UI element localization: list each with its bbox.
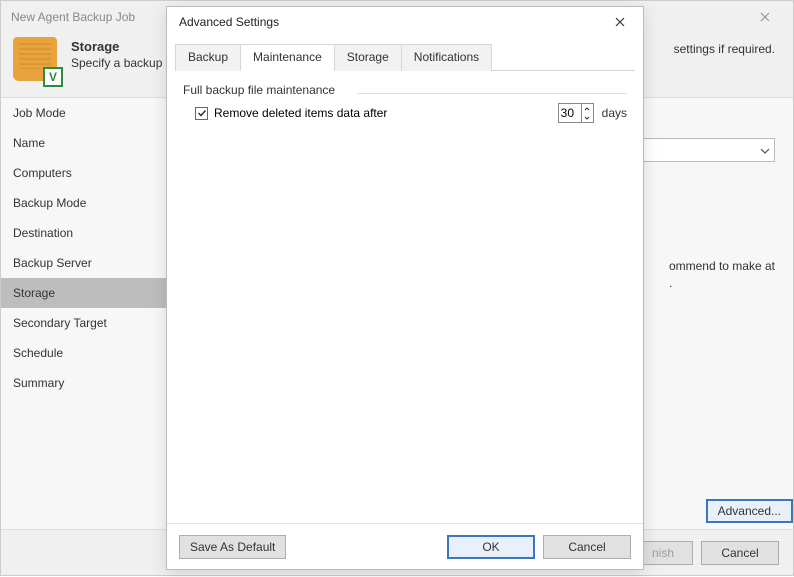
wizard-step-icon: V [13,37,61,85]
close-icon [760,12,770,22]
dialog-titlebar: Advanced Settings [167,7,643,37]
fieldset-divider [357,93,627,94]
advanced-button[interactable]: Advanced... [706,499,793,523]
sidebar-item-job-mode[interactable]: Job Mode [1,98,169,128]
sidebar-item-summary[interactable]: Summary [1,368,169,398]
remove-deleted-row: Remove deleted items data after days [183,103,627,123]
spinner-down-button[interactable] [582,113,593,122]
sidebar-item-backup-mode[interactable]: Backup Mode [1,188,169,218]
remove-deleted-label: Remove deleted items data after [214,106,387,120]
dialog-close-button[interactable] [603,10,637,34]
days-unit-label: days [602,106,627,120]
dialog-tabs: BackupMaintenanceStorageNotifications [175,43,635,71]
wizard-sidebar: Job ModeNameComputersBackup ModeDestinat… [1,98,169,529]
advanced-settings-dialog: Advanced Settings BackupMaintenanceStora… [166,6,644,570]
spinner-up-button[interactable] [582,104,593,113]
checkmark-icon [197,108,207,118]
page-subtitle-left: Specify a backup [71,56,162,70]
sidebar-item-storage[interactable]: Storage [1,278,169,308]
dialog-title: Advanced Settings [179,15,603,29]
partial-hint-text: ommend to make at . [669,258,775,292]
sidebar-item-destination[interactable]: Destination [1,218,169,248]
cancel-button[interactable]: Cancel [701,541,779,565]
page-title: Storage [71,39,162,54]
sidebar-item-schedule[interactable]: Schedule [1,338,169,368]
tab-maintenance[interactable]: Maintenance [240,44,335,71]
veeam-badge-icon: V [43,67,63,87]
sidebar-item-secondary-target[interactable]: Secondary Target [1,308,169,338]
fieldset-label: Full backup file maintenance [183,83,627,97]
days-input[interactable] [559,104,581,122]
sidebar-item-computers[interactable]: Computers [1,158,169,188]
days-spinner[interactable] [558,103,594,123]
wizard-close-button[interactable] [745,3,785,31]
tab-maintenance-content: Full backup file maintenance Remove dele… [167,71,643,523]
tab-storage[interactable]: Storage [334,44,402,71]
close-icon [615,17,625,27]
sidebar-item-backup-server[interactable]: Backup Server [1,248,169,278]
tab-backup[interactable]: Backup [175,44,241,71]
dialog-footer: Save As Default OK Cancel [167,523,643,569]
chevron-down-icon [760,143,770,157]
dialog-cancel-button[interactable]: Cancel [543,535,631,559]
save-as-default-button[interactable]: Save As Default [179,535,286,559]
page-subtitle-right: settings if required. [674,42,775,56]
remove-deleted-checkbox[interactable] [195,107,208,120]
ok-button[interactable]: OK [447,535,535,559]
tab-notifications[interactable]: Notifications [401,44,492,71]
chevron-down-icon [584,116,590,120]
chevron-up-icon [584,107,590,111]
sidebar-item-name[interactable]: Name [1,128,169,158]
